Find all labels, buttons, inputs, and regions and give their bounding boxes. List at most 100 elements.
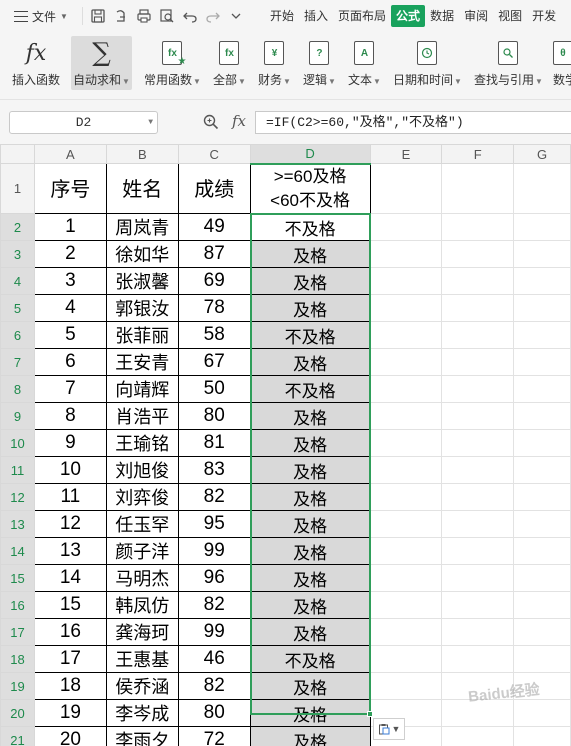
id-cell[interactable]: 9 xyxy=(33,429,107,457)
id-cell[interactable]: 15 xyxy=(33,591,107,619)
empty-cell[interactable] xyxy=(441,591,515,619)
empty-cell[interactable] xyxy=(513,510,571,538)
row-header[interactable]: 15 xyxy=(0,564,35,592)
header-cell-name[interactable]: 姓名 xyxy=(105,163,179,214)
score-cell[interactable]: 82 xyxy=(177,483,251,511)
column-header[interactable]: B xyxy=(105,144,179,164)
tab-home[interactable]: 开始 xyxy=(265,5,299,27)
result-cell[interactable]: 不及格 xyxy=(249,375,371,403)
empty-cell[interactable] xyxy=(369,672,443,700)
result-cell[interactable]: 及格 xyxy=(249,240,371,268)
id-cell[interactable]: 13 xyxy=(33,537,107,565)
empty-cell[interactable] xyxy=(369,537,443,565)
paste-options-button[interactable]: ▼ xyxy=(373,718,405,740)
zoom-icon[interactable] xyxy=(203,114,219,130)
score-cell[interactable]: 69 xyxy=(177,267,251,295)
name-cell[interactable]: 张菲丽 xyxy=(105,321,179,349)
empty-cell[interactable] xyxy=(441,429,515,457)
id-cell[interactable]: 20 xyxy=(33,726,107,746)
empty-cell[interactable] xyxy=(441,456,515,484)
save-icon[interactable] xyxy=(91,9,105,23)
name-cell[interactable]: 刘旭俊 xyxy=(105,456,179,484)
empty-cell[interactable] xyxy=(441,402,515,430)
id-cell[interactable]: 19 xyxy=(33,699,107,727)
fx-icon[interactable]: fx xyxy=(232,112,246,130)
result-cell[interactable]: 及格 xyxy=(249,726,371,746)
empty-cell[interactable] xyxy=(441,163,515,214)
empty-cell[interactable] xyxy=(513,429,571,457)
empty-cell[interactable] xyxy=(369,483,443,511)
row-header[interactable]: 5 xyxy=(0,294,35,322)
empty-cell[interactable] xyxy=(513,483,571,511)
header-cell-result[interactable]: >=60及格 <60不及格 xyxy=(249,163,371,214)
name-box[interactable]: D2 ▼ xyxy=(9,111,158,134)
result-cell[interactable]: 及格 xyxy=(249,267,371,295)
empty-cell[interactable] xyxy=(441,726,515,746)
name-cell[interactable]: 郭银汝 xyxy=(105,294,179,322)
empty-cell[interactable] xyxy=(513,564,571,592)
score-cell[interactable]: 82 xyxy=(177,591,251,619)
column-header[interactable]: E xyxy=(369,144,443,164)
financial-functions-button[interactable]: ¥ 财务▼ xyxy=(258,36,291,90)
empty-cell[interactable] xyxy=(369,321,443,349)
name-cell[interactable]: 王惠基 xyxy=(105,645,179,673)
score-cell[interactable]: 49 xyxy=(177,213,251,241)
empty-cell[interactable] xyxy=(369,267,443,295)
common-functions-button[interactable]: fx ★ 常用函数▼ xyxy=(144,36,201,90)
empty-cell[interactable] xyxy=(441,672,515,700)
empty-cell[interactable] xyxy=(441,267,515,295)
empty-cell[interactable] xyxy=(513,672,571,700)
score-cell[interactable]: 87 xyxy=(177,240,251,268)
id-cell[interactable]: 4 xyxy=(33,294,107,322)
id-cell[interactable]: 14 xyxy=(33,564,107,592)
export-icon[interactable] xyxy=(114,9,128,23)
empty-cell[interactable] xyxy=(513,726,571,746)
empty-cell[interactable] xyxy=(369,645,443,673)
empty-cell[interactable] xyxy=(513,645,571,673)
file-menu[interactable]: 文件 ▼ xyxy=(0,0,82,32)
empty-cell[interactable] xyxy=(513,240,571,268)
column-header[interactable]: G xyxy=(513,144,571,164)
row-header[interactable]: 19 xyxy=(0,672,35,700)
empty-cell[interactable] xyxy=(441,537,515,565)
empty-cell[interactable] xyxy=(369,510,443,538)
empty-cell[interactable] xyxy=(441,375,515,403)
empty-cell[interactable] xyxy=(441,510,515,538)
name-cell[interactable]: 颜子洋 xyxy=(105,537,179,565)
empty-cell[interactable] xyxy=(441,699,515,727)
id-cell[interactable]: 7 xyxy=(33,375,107,403)
empty-cell[interactable] xyxy=(369,564,443,592)
score-cell[interactable]: 96 xyxy=(177,564,251,592)
empty-cell[interactable] xyxy=(441,240,515,268)
result-cell[interactable]: 及格 xyxy=(249,618,371,646)
row-header[interactable]: 11 xyxy=(0,456,35,484)
empty-cell[interactable] xyxy=(513,321,571,349)
name-cell[interactable]: 龚海珂 xyxy=(105,618,179,646)
empty-cell[interactable] xyxy=(513,456,571,484)
logical-functions-button[interactable]: ? 逻辑▼ xyxy=(303,36,336,90)
empty-cell[interactable] xyxy=(513,375,571,403)
row-header[interactable]: 6 xyxy=(0,321,35,349)
print-icon[interactable] xyxy=(137,9,151,23)
score-cell[interactable]: 46 xyxy=(177,645,251,673)
empty-cell[interactable] xyxy=(441,564,515,592)
row-header[interactable]: 2 xyxy=(0,213,35,241)
datetime-functions-button[interactable]: 日期和时间▼ xyxy=(393,36,462,90)
chevron-down-icon[interactable]: ▼ xyxy=(148,112,153,133)
empty-cell[interactable] xyxy=(513,213,571,241)
empty-cell[interactable] xyxy=(513,618,571,646)
score-cell[interactable]: 83 xyxy=(177,456,251,484)
empty-cell[interactable] xyxy=(513,294,571,322)
empty-cell[interactable] xyxy=(369,213,443,241)
text-functions-button[interactable]: A 文本▼ xyxy=(348,36,381,90)
empty-cell[interactable] xyxy=(369,429,443,457)
row-header[interactable]: 13 xyxy=(0,510,35,538)
row-header[interactable]: 18 xyxy=(0,645,35,673)
name-cell[interactable]: 肖浩平 xyxy=(105,402,179,430)
id-cell[interactable]: 8 xyxy=(33,402,107,430)
result-cell[interactable]: 及格 xyxy=(249,456,371,484)
result-cell[interactable]: 及格 xyxy=(249,429,371,457)
score-cell[interactable]: 67 xyxy=(177,348,251,376)
row-header[interactable]: 17 xyxy=(0,618,35,646)
name-cell[interactable]: 周岚青 xyxy=(105,213,179,241)
